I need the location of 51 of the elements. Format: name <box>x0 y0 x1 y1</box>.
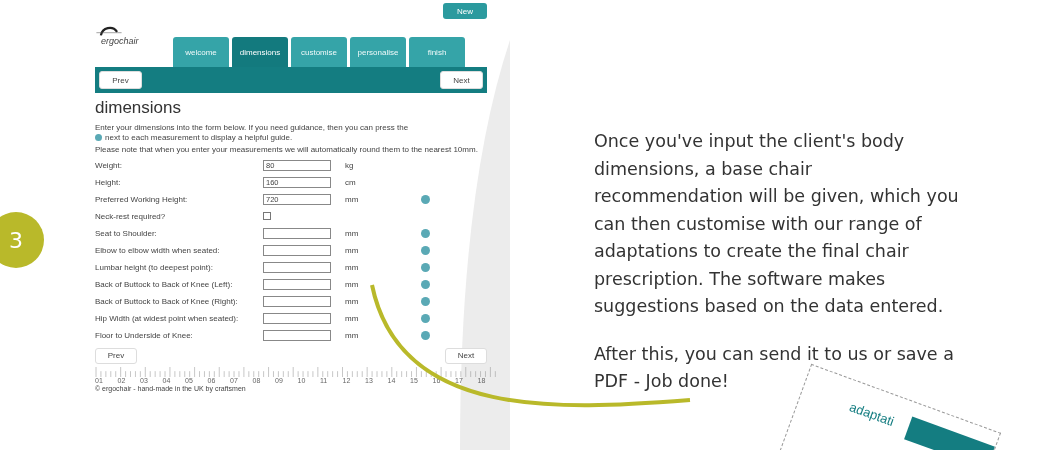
field-label: Neck-rest required? <box>95 211 167 221</box>
page-heading: dimensions <box>95 98 182 118</box>
field-label: Back of Buttock to Back of Knee (Left): <box>95 279 234 289</box>
intro-text: next to each measurement to display a helpful guide. <box>105 132 293 142</box>
next-button[interactable]: Next <box>440 71 483 89</box>
field-label: Elbow to elbow width when seated: <box>95 245 221 255</box>
input-field[interactable] <box>263 244 331 256</box>
unit-label: mm <box>345 228 360 238</box>
unit-label: mm <box>345 313 360 323</box>
tab[interactable]: dimensions <box>232 37 288 67</box>
help-icon[interactable] <box>421 228 430 238</box>
prev-button[interactable]: Prev <box>95 347 137 364</box>
field-label: Floor to Underside of Knee: <box>95 330 194 340</box>
field-label: Height: <box>95 177 122 187</box>
help-icon[interactable] <box>421 296 430 306</box>
unit-label: mm <box>345 330 360 340</box>
help-icon <box>95 133 102 141</box>
field-label: Hip Width (at widest point when seated): <box>95 313 240 323</box>
input-field[interactable] <box>263 312 331 324</box>
help-icon[interactable] <box>421 194 430 204</box>
next-button[interactable]: Next <box>445 347 487 364</box>
help-icon[interactable] <box>421 330 430 340</box>
input-field[interactable] <box>263 329 331 341</box>
note-text: Please note that when you enter your measurements we will automatically round them to the nearest 10mm. <box>95 145 479 155</box>
field-label: Lumbar height (to deepest point): <box>95 262 214 272</box>
description-text: Once you've input the client's body dimensions, a base chair recommendation will be given, which you can then customise with our range of adaptations to create the final chair prescription. The software makes suggestions based on the data entered. <box>594 130 960 318</box>
field-label: Back of Buttock to Back of Knee (Right): <box>95 296 239 306</box>
unit-label: mm <box>345 262 360 272</box>
field-label: Seat to Shoulder: <box>95 228 158 238</box>
input-field[interactable] <box>263 278 331 290</box>
logo-text: ergochair <box>101 36 140 46</box>
unit-label: mm <box>345 194 360 204</box>
description-text: After this, you can send it to us or save a PDF - Job done! <box>594 342 955 393</box>
help-icon[interactable] <box>421 262 430 272</box>
checkbox[interactable] <box>263 212 271 220</box>
input-field[interactable] <box>263 227 331 239</box>
intro-text: Enter your dimensions into the form below. If you need guidance, then you can press the <box>95 123 410 133</box>
unit-label: kg <box>345 160 355 170</box>
help-icon[interactable] <box>421 279 430 289</box>
step-number: 3 <box>0 212 44 268</box>
help-icon[interactable] <box>421 245 430 255</box>
field-label: Preferred Working Height: <box>95 194 189 204</box>
help-icon[interactable] <box>421 313 430 323</box>
unit-label: mm <box>345 279 360 289</box>
unit-label: cm <box>345 177 357 187</box>
prev-button[interactable]: Prev <box>99 71 142 89</box>
input-field[interactable] <box>263 261 331 273</box>
unit-label: mm <box>345 245 360 255</box>
input-field[interactable] <box>263 295 331 307</box>
field-label: Weight: <box>95 160 123 170</box>
unit-label: mm <box>345 296 360 306</box>
